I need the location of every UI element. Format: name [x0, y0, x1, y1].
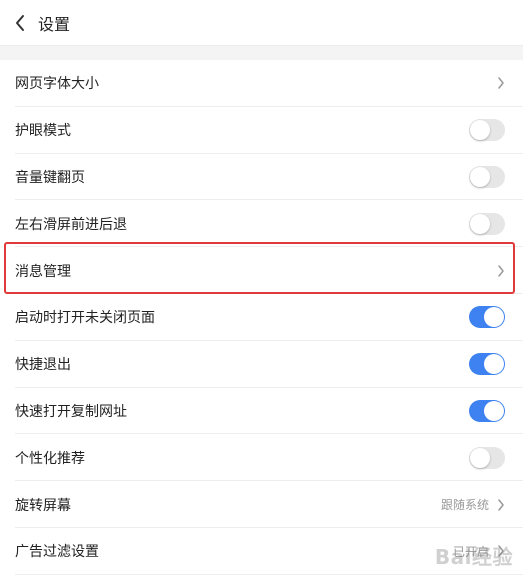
setting-open-copied-url: 快速打开复制网址	[0, 388, 523, 435]
setting-value: 已开启	[452, 544, 489, 559]
toggle-knob	[470, 120, 490, 141]
setting-font-size[interactable]: 网页字体大小	[0, 60, 523, 107]
toggle-knob	[470, 166, 490, 187]
setting-volume-key-page: 音量键翻页	[0, 154, 523, 201]
section-gap	[0, 46, 523, 60]
page-title: 设置	[38, 14, 71, 34]
setting-ad-filter[interactable]: 广告过滤设置 已开启	[0, 528, 523, 575]
toggle-knob	[470, 447, 490, 468]
volume-key-page-toggle[interactable]	[469, 165, 505, 188]
toggle-knob	[484, 400, 504, 421]
setting-label: 个性化推荐	[15, 450, 85, 467]
toggle-knob	[470, 213, 490, 234]
quick-exit-toggle[interactable]	[469, 353, 505, 376]
setting-message-management[interactable]: 消息管理	[0, 247, 523, 294]
settings-list: 网页字体大小 护眼模式 音量键翻页 左右滑屏前进后退 消息管理 启动时打开未关闭…	[0, 60, 523, 575]
swipe-navigation-toggle[interactable]	[469, 212, 505, 235]
eye-protection-toggle[interactable]	[469, 119, 505, 142]
setting-label: 护眼模式	[15, 123, 71, 140]
setting-label: 网页字体大小	[15, 76, 99, 93]
setting-rotate-screen[interactable]: 旋转屏幕 跟随系统	[0, 481, 523, 528]
setting-value: 跟随系统	[440, 498, 489, 513]
setting-restore-pages: 启动时打开未关闭页面	[0, 294, 523, 341]
back-button[interactable]	[2, 0, 38, 46]
chevron-left-icon	[16, 14, 24, 31]
chevron-right-icon	[497, 264, 505, 278]
setting-eye-protection: 护眼模式	[0, 107, 523, 154]
setting-quick-exit: 快捷退出	[0, 341, 523, 388]
setting-label: 快捷退出	[15, 357, 71, 374]
chevron-right-icon	[497, 498, 505, 512]
setting-label: 消息管理	[15, 263, 71, 280]
chevron-right-icon	[497, 544, 505, 558]
chevron-right-icon	[497, 76, 505, 90]
setting-label: 音量键翻页	[15, 169, 85, 186]
restore-pages-toggle[interactable]	[469, 306, 505, 329]
setting-label: 广告过滤设置	[15, 544, 99, 561]
setting-personalized-recommendation: 个性化推荐	[0, 434, 523, 481]
setting-swipe-navigation: 左右滑屏前进后退	[0, 200, 523, 247]
personalized-recommendation-toggle[interactable]	[469, 446, 505, 469]
setting-label: 快速打开复制网址	[15, 403, 127, 420]
toggle-knob	[484, 354, 504, 375]
setting-label: 左右滑屏前进后退	[15, 216, 127, 233]
header-bar: 设置	[0, 0, 523, 46]
open-copied-url-toggle[interactable]	[469, 399, 505, 422]
setting-label: 旋转屏幕	[15, 497, 71, 514]
toggle-knob	[484, 307, 504, 328]
setting-label: 启动时打开未关闭页面	[15, 310, 155, 327]
